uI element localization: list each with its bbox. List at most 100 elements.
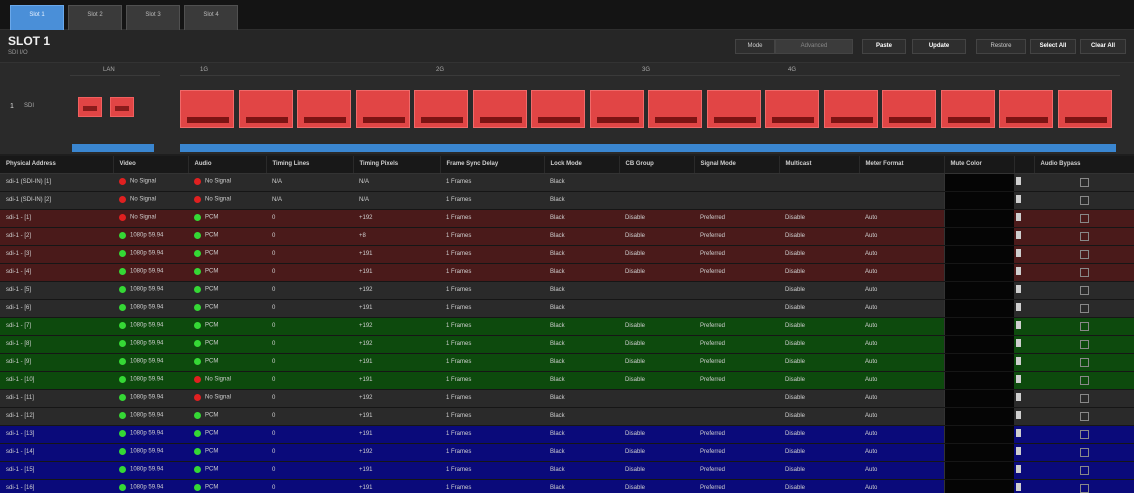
table-row[interactable]: sdi-1 - [13] 1080p 59.94 PCM 0 +191 1 Frames B… xyxy=(0,425,1134,444)
tab-slot-3[interactable]: Slot 3 xyxy=(126,5,180,30)
table-row[interactable]: sdi-1 - [3] 1080p 59.94 PCM 0 +191 1 Frames Bl… xyxy=(0,245,1134,264)
dropdown-arrow-icon[interactable] xyxy=(1016,357,1021,365)
audio-bypass-checkbox[interactable] xyxy=(1079,249,1089,259)
dropdown-arrow-icon[interactable] xyxy=(1016,447,1021,455)
cell-mute-dropdown[interactable] xyxy=(1014,227,1034,246)
output-block[interactable] xyxy=(999,90,1053,128)
output-block[interactable] xyxy=(940,90,995,128)
cell-mute-color[interactable] xyxy=(943,299,1014,318)
output-block[interactable] xyxy=(823,90,878,128)
dropdown-arrow-icon[interactable] xyxy=(1016,465,1021,473)
input-block[interactable] xyxy=(78,97,102,117)
tab-slot-2[interactable]: Slot 2 xyxy=(68,5,122,30)
audio-bypass-checkbox[interactable] xyxy=(1079,393,1089,403)
audio-bypass-checkbox[interactable] xyxy=(1079,339,1089,349)
cell-mute-color[interactable] xyxy=(943,245,1014,264)
dropdown-arrow-icon[interactable] xyxy=(1016,231,1021,239)
table-row[interactable]: sdi-1 - [7] 1080p 59.94 PCM 0 +192 1 Frames Bl… xyxy=(0,317,1134,336)
cell-mute-color[interactable] xyxy=(943,425,1014,444)
table-row[interactable]: sdi-1 - [12] 1080p 59.94 PCM 0 +191 1 Frames B… xyxy=(0,407,1134,426)
cell-mute-dropdown[interactable] xyxy=(1014,353,1034,372)
table-row[interactable]: sdi-1 - [4] 1080p 59.94 PCM 0 +191 1 Frames Bl… xyxy=(0,263,1134,282)
col-signal-mode[interactable]: Signal Mode xyxy=(694,156,780,174)
col-frame-sync-delay[interactable]: Frame Sync Delay xyxy=(440,156,545,174)
dropdown-arrow-icon[interactable] xyxy=(1016,249,1021,257)
audio-bypass-checkbox[interactable] xyxy=(1079,177,1089,187)
audio-bypass-checkbox[interactable] xyxy=(1079,429,1089,439)
table-row[interactable]: sdi-1 (SDI-IN) [2] No Signal No Signal N/A N… xyxy=(0,191,1134,210)
col-video[interactable]: Video xyxy=(113,156,189,174)
output-block[interactable] xyxy=(414,90,468,128)
output-block[interactable] xyxy=(589,90,644,128)
cell-mute-dropdown[interactable] xyxy=(1014,191,1034,210)
col-lock-mode[interactable]: Lock Mode xyxy=(544,156,620,174)
table-row[interactable]: sdi-1 - [1] No Signal PCM 0 +192 1 Frames Blac… xyxy=(0,209,1134,228)
audio-bypass-checkbox[interactable] xyxy=(1079,303,1089,313)
table-row[interactable]: sdi-1 - [10] 1080p 59.94 No Signal 0 +191 1 F… xyxy=(0,371,1134,390)
table-row[interactable]: sdi-1 - [6] 1080p 59.94 PCM 0 +191 1 Frames Bl… xyxy=(0,299,1134,318)
dropdown-arrow-icon[interactable] xyxy=(1016,411,1021,419)
audio-bypass-checkbox[interactable] xyxy=(1079,357,1089,367)
dropdown-arrow-icon[interactable] xyxy=(1016,303,1021,311)
cell-mute-dropdown[interactable] xyxy=(1014,299,1034,318)
audio-bypass-checkbox[interactable] xyxy=(1079,411,1089,421)
cell-mute-dropdown[interactable] xyxy=(1014,173,1034,192)
cell-mute-dropdown[interactable] xyxy=(1014,407,1034,426)
col-audio[interactable]: Audio xyxy=(188,156,267,174)
cell-mute-color[interactable] xyxy=(943,407,1014,426)
dropdown-arrow-icon[interactable] xyxy=(1016,483,1021,491)
cell-mute-dropdown[interactable] xyxy=(1014,461,1034,480)
input-block[interactable] xyxy=(110,97,134,117)
cell-mute-color[interactable] xyxy=(943,479,1014,493)
cell-mute-dropdown[interactable] xyxy=(1014,245,1034,264)
cell-mute-color[interactable] xyxy=(943,281,1014,300)
output-block[interactable] xyxy=(472,90,527,128)
table-row[interactable]: sdi-1 - [5] 1080p 59.94 PCM 0 +192 1 Frames Bl… xyxy=(0,281,1134,300)
cell-mute-color[interactable] xyxy=(943,353,1014,372)
table-row[interactable]: sdi-1 - [14] 1080p 59.94 PCM 0 +192 1 Frames B… xyxy=(0,443,1134,462)
cell-mute-dropdown[interactable] xyxy=(1014,389,1034,408)
dropdown-arrow-icon[interactable] xyxy=(1016,429,1021,437)
dropdown-arrow-icon[interactable] xyxy=(1016,339,1021,347)
select-all-button[interactable]: Select All xyxy=(1030,39,1076,54)
audio-bypass-checkbox[interactable] xyxy=(1079,465,1089,475)
cell-mute-color[interactable] xyxy=(943,389,1014,408)
output-block[interactable] xyxy=(765,90,819,128)
paste-button[interactable]: Paste xyxy=(862,39,906,54)
restore-button[interactable]: Restore xyxy=(976,39,1026,54)
dropdown-arrow-icon[interactable] xyxy=(1016,375,1021,383)
cell-mute-color[interactable] xyxy=(943,173,1014,192)
cell-mute-color[interactable] xyxy=(943,371,1014,390)
audio-bypass-checkbox[interactable] xyxy=(1079,213,1089,223)
audio-bypass-checkbox[interactable] xyxy=(1079,321,1089,331)
table-row[interactable]: sdi-1 - [15] 1080p 59.94 PCM 0 +191 1 Frames B… xyxy=(0,461,1134,480)
dropdown-arrow-icon[interactable] xyxy=(1016,321,1021,329)
col-physical-address[interactable]: Physical Address xyxy=(0,156,114,174)
output-block[interactable] xyxy=(297,90,351,128)
cell-mute-dropdown[interactable] xyxy=(1014,263,1034,282)
table-row[interactable]: sdi-1 - [16] 1080p 59.94 PCM 0 +191 1 Frames B… xyxy=(0,479,1134,493)
cell-mute-color[interactable] xyxy=(943,263,1014,282)
dropdown-arrow-icon[interactable] xyxy=(1016,285,1021,293)
dropdown-arrow-icon[interactable] xyxy=(1016,213,1021,221)
cell-mute-dropdown[interactable] xyxy=(1014,479,1034,493)
output-block[interactable] xyxy=(531,90,585,128)
cell-mute-dropdown[interactable] xyxy=(1014,281,1034,300)
cell-mute-dropdown[interactable] xyxy=(1014,335,1034,354)
cell-mute-color[interactable] xyxy=(943,209,1014,228)
audio-bypass-checkbox[interactable] xyxy=(1079,285,1089,295)
audio-bypass-checkbox[interactable] xyxy=(1079,375,1089,385)
output-block[interactable] xyxy=(355,90,410,128)
output-block[interactable] xyxy=(648,90,702,128)
table-row[interactable]: sdi-1 (SDI-IN) [1] No Signal No Signal N/A N… xyxy=(0,173,1134,192)
table-row[interactable]: sdi-1 - [11] 1080p 59.94 No Signal 0 +192 1 F… xyxy=(0,389,1134,408)
cell-mute-dropdown[interactable] xyxy=(1014,425,1034,444)
cell-mute-dropdown[interactable] xyxy=(1014,371,1034,390)
output-block[interactable] xyxy=(706,90,761,128)
cell-mute-color[interactable] xyxy=(943,227,1014,246)
tab-slot-1[interactable]: Slot 1 xyxy=(10,5,64,30)
tab-slot-4[interactable]: Slot 4 xyxy=(184,5,238,30)
col-mute-color[interactable]: Mute Color xyxy=(944,156,1015,174)
clear-all-button[interactable]: Clear All xyxy=(1080,39,1126,54)
dropdown-arrow-icon[interactable] xyxy=(1016,393,1021,401)
